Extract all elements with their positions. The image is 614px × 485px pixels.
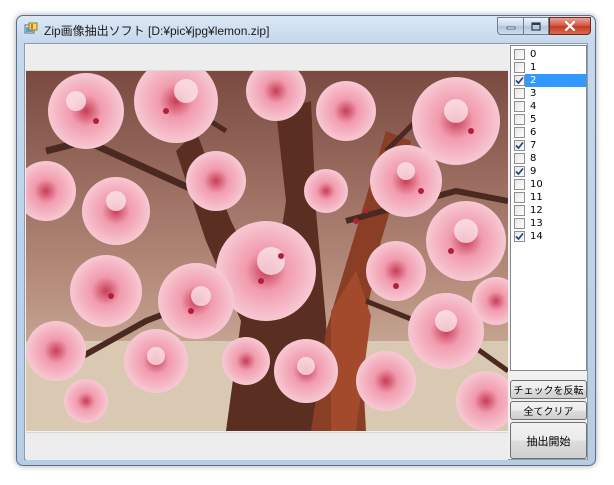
app-icon bbox=[24, 22, 38, 34]
minimize-button[interactable] bbox=[497, 17, 523, 35]
checkmark-icon bbox=[515, 167, 524, 176]
list-item[interactable]: 3 bbox=[511, 87, 586, 100]
list-item[interactable]: 7 bbox=[511, 139, 586, 152]
list-item[interactable]: 13 bbox=[511, 217, 586, 230]
checkbox-checked[interactable] bbox=[514, 140, 525, 151]
close-icon bbox=[564, 21, 576, 31]
list-item[interactable]: 14 bbox=[511, 230, 586, 243]
list-item-label: 12 bbox=[530, 205, 543, 216]
list-item-label: 2 bbox=[530, 75, 537, 86]
list-item-label: 13 bbox=[530, 218, 543, 229]
list-item[interactable]: 5 bbox=[511, 113, 586, 126]
checkbox[interactable] bbox=[514, 205, 525, 216]
maximize-button[interactable] bbox=[523, 17, 549, 35]
checkbox[interactable] bbox=[514, 218, 525, 229]
minimize-icon bbox=[506, 26, 515, 30]
checkmark-icon bbox=[515, 232, 524, 241]
list-item-label: 10 bbox=[530, 179, 543, 190]
list-item[interactable]: 2 bbox=[511, 74, 586, 87]
list-item-label: 1 bbox=[530, 62, 537, 73]
checkbox-checked[interactable] bbox=[514, 231, 525, 242]
checkbox[interactable] bbox=[514, 153, 525, 164]
checkbox[interactable] bbox=[514, 179, 525, 190]
checkbox[interactable] bbox=[514, 114, 525, 125]
checkbox[interactable] bbox=[514, 49, 525, 60]
client-area: 0 1 2 3 4 5 6 7 8 9 10 11 12 13 14 チェックを反転 全てクリア 抽出開始 bbox=[24, 43, 588, 460]
start-extract-button[interactable]: 抽出開始 bbox=[510, 422, 587, 459]
list-item-label: 3 bbox=[530, 88, 537, 99]
checkmark-icon bbox=[515, 76, 524, 85]
list-item[interactable]: 10 bbox=[511, 178, 586, 191]
window-title: Zip画像抽出ソフト [D:¥pic¥jpg¥lemon.zip] bbox=[44, 24, 270, 38]
list-item[interactable]: 9 bbox=[511, 165, 586, 178]
list-item-label: 14 bbox=[530, 231, 543, 242]
file-checklist[interactable]: 0 1 2 3 4 5 6 7 8 9 10 11 12 13 14 bbox=[510, 45, 587, 371]
list-item-label: 5 bbox=[530, 114, 537, 125]
checkbox[interactable] bbox=[514, 127, 525, 138]
list-item-label: 7 bbox=[530, 140, 537, 151]
list-item[interactable]: 12 bbox=[511, 204, 586, 217]
close-button[interactable] bbox=[549, 17, 591, 35]
list-item[interactable]: 1 bbox=[511, 61, 586, 74]
list-item-label: 0 bbox=[530, 49, 537, 60]
status-panel bbox=[26, 432, 508, 460]
list-item-label: 9 bbox=[530, 166, 537, 177]
list-item-label: 4 bbox=[530, 101, 537, 112]
list-item[interactable]: 11 bbox=[511, 191, 586, 204]
app-window: Zip画像抽出ソフト [D:¥pic¥jpg¥lemon.zip] 0 1 2 … bbox=[16, 15, 596, 466]
checkbox[interactable] bbox=[514, 88, 525, 99]
list-item[interactable]: 8 bbox=[511, 152, 586, 165]
list-item-label: 6 bbox=[530, 127, 537, 138]
list-item-label: 8 bbox=[530, 153, 537, 164]
list-item-label: 11 bbox=[530, 192, 543, 203]
checkbox[interactable] bbox=[514, 192, 525, 203]
checkbox[interactable] bbox=[514, 101, 525, 112]
clear-all-button[interactable]: 全てクリア bbox=[510, 401, 587, 420]
list-item[interactable]: 4 bbox=[511, 100, 586, 113]
maximize-icon bbox=[531, 21, 541, 31]
title-bar[interactable]: Zip画像抽出ソフト [D:¥pic¥jpg¥lemon.zip] bbox=[17, 16, 595, 43]
image-preview bbox=[26, 71, 508, 431]
list-item[interactable]: 0 bbox=[511, 48, 586, 61]
top-panel bbox=[26, 45, 508, 71]
checkbox[interactable] bbox=[514, 62, 525, 73]
checkbox-checked[interactable] bbox=[514, 166, 525, 177]
cherry-blossom-image bbox=[26, 71, 508, 431]
checkbox-checked[interactable] bbox=[514, 75, 525, 86]
checkmark-icon bbox=[515, 141, 524, 150]
list-item[interactable]: 6 bbox=[511, 126, 586, 139]
invert-check-button[interactable]: チェックを反転 bbox=[510, 380, 587, 399]
